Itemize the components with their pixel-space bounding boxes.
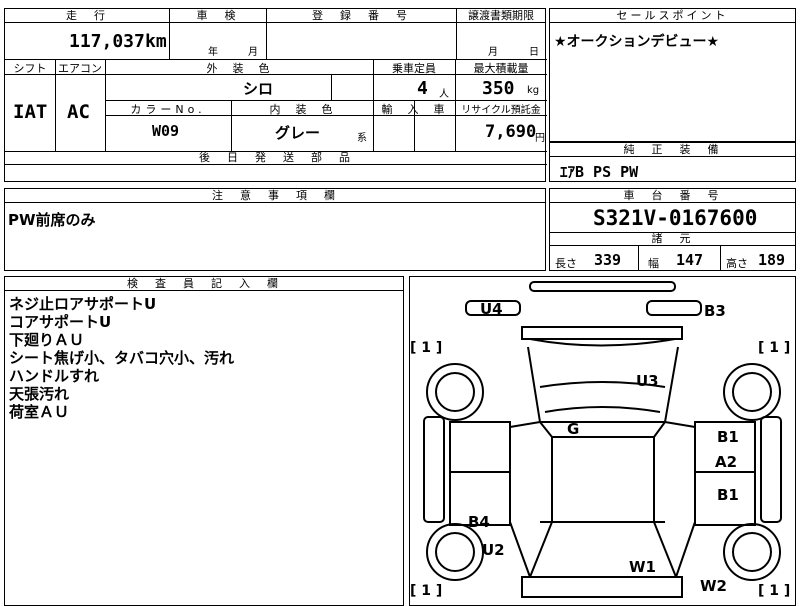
tire-mark-front-right: [ 1 ]	[758, 340, 791, 356]
width-value: 147	[676, 251, 704, 269]
damage-label-w2: W2	[700, 577, 727, 595]
tire-mark-rear-right: [ 1 ]	[758, 583, 791, 599]
damage-label-b3: B3	[704, 302, 726, 320]
ac-value: AC	[67, 101, 90, 123]
mileage-value: 117,037	[69, 31, 145, 52]
inspector-header: 検 査 員 記 入 欄	[5, 277, 403, 291]
tire-mark-rear-left: [ 1 ]	[410, 583, 443, 599]
mileage-header: 走 行	[5, 9, 169, 23]
notes-text: PW前席のみ	[8, 211, 96, 229]
sales-point-text: ★オークションデビュー★	[554, 34, 720, 50]
vehicle-info-table: 走 行 車 検 登 録 番 号 譲渡書類期限 117,037 km 年 月 月 …	[4, 8, 547, 182]
damage-label-u4: U4	[480, 300, 503, 318]
inspector-line: 天張汚れ	[9, 385, 70, 403]
shift-value: IAT	[13, 101, 48, 123]
standard-equipment-header: 純 正 装 備	[550, 143, 795, 157]
recycle-value: 7,690	[485, 122, 537, 142]
chassis-header: 車 台 番 号	[550, 189, 795, 203]
sales-point-box: セールスポイント ★オークションデビュー★	[549, 8, 796, 142]
width-label: 幅	[648, 257, 659, 270]
standard-equipment-box: 純 正 装 備 ｴｱB PS PW	[549, 142, 796, 182]
inspection-year-label: 年	[208, 47, 218, 58]
inspector-line: ネジ止ロアサポートU	[9, 295, 157, 313]
inspection-header: 車 検	[169, 9, 266, 23]
damage-label-w1: W1	[629, 558, 656, 576]
notes-header: 注 意 事 項 欄	[5, 189, 545, 203]
tire-mark-front-left: [ 1 ]	[410, 340, 443, 356]
length-label: 長さ	[555, 257, 577, 270]
inspector-line: コアサポートU	[9, 313, 112, 331]
interior-color-suffix: 系	[357, 133, 367, 144]
damage-label-b4: B4	[468, 513, 490, 531]
exterior-color-value: シロ	[243, 80, 274, 98]
car-diagram-box: U4 B3 U3 G B1 A2 B1 B4 U2 W1 W2 [ 1 ] [ …	[409, 276, 796, 606]
damage-label-b1-bottom: B1	[717, 486, 739, 504]
registration-header: 登 録 番 号	[266, 9, 456, 23]
notes-box: 注 意 事 項 欄 PW前席のみ	[4, 188, 546, 271]
transfer-month-label: 月	[488, 47, 498, 58]
recycle-unit: 円	[535, 133, 545, 144]
inspector-line: ハンドルすれ	[9, 367, 100, 385]
damage-label-u3: U3	[636, 372, 659, 390]
inspection-month-label: 月	[248, 47, 258, 58]
inspector-line: 荷室ＡＵ	[9, 403, 70, 421]
inspector-box: 検 査 員 記 入 欄 ネジ止ロアサポートU コアサポートU 下廻りＡＵ シート…	[4, 276, 404, 606]
height-label: 高さ	[726, 257, 748, 270]
sales-point-header: セールスポイント	[550, 9, 795, 23]
chassis-number: S321V-0167600	[593, 206, 758, 230]
damage-label-a2: A2	[715, 453, 738, 471]
transfer-day-label: 日	[529, 47, 539, 58]
max-load-value: 350	[482, 78, 515, 99]
standard-equipment-text: ｴｱB PS PW	[560, 163, 639, 181]
damage-label-u2: U2	[482, 541, 505, 559]
interior-color-value: グレー	[275, 124, 321, 142]
inspector-lines: ネジ止ロアサポートU コアサポートU 下廻りＡＵ シート焦げ小、タバコ穴小、汚れ…	[9, 295, 234, 421]
inspector-line: シート焦げ小、タバコ穴小、汚れ	[9, 349, 235, 367]
length-value: 339	[594, 251, 622, 269]
later-parts-header: 後 日 発 送 部 品	[5, 151, 547, 165]
capacity-value: 4	[417, 78, 428, 99]
mileage-unit: km	[145, 31, 167, 52]
specs-header: 諸 元	[550, 232, 795, 246]
recycle-header: リサイクル預託金	[461, 105, 541, 116]
damage-label-g: G	[567, 420, 580, 438]
color-no-value: W09	[152, 122, 180, 140]
inspector-line: 下廻りＡＵ	[9, 331, 85, 349]
capacity-unit: 人	[439, 89, 449, 100]
chassis-box: 車 台 番 号 S321V-0167600 諸 元 長さ 339 幅 147 高…	[549, 188, 796, 271]
damage-label-b1-top: B1	[717, 428, 739, 446]
max-load-unit: kg	[527, 85, 540, 96]
height-value: 189	[758, 251, 786, 269]
transfer-deadline-header: 譲渡書類期限	[456, 9, 546, 23]
